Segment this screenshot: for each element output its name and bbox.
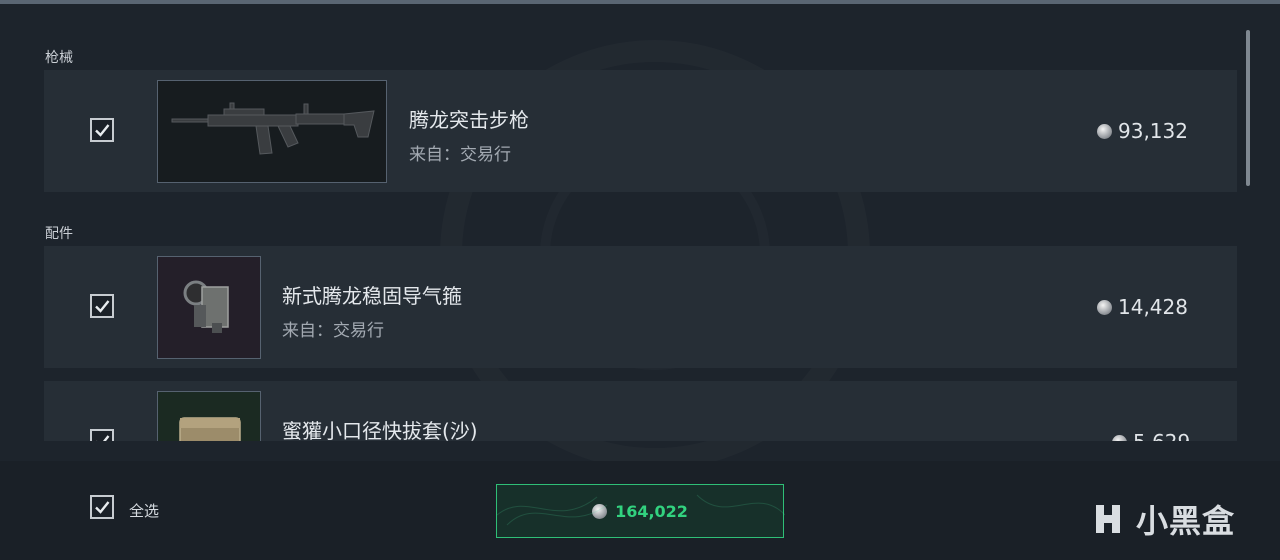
- topo-pattern: [497, 494, 785, 526]
- item-price-value: 5,629: [1133, 430, 1190, 441]
- select-all-checkbox[interactable]: [90, 495, 114, 519]
- item-price: 14,428: [1097, 295, 1188, 319]
- watermark: 小黑盒: [1088, 496, 1235, 542]
- section-label-firearms: 枪械: [45, 50, 73, 66]
- heybox-logo-icon: [1096, 505, 1120, 533]
- item-checkbox[interactable]: [90, 294, 114, 318]
- check-icon: [95, 300, 110, 313]
- item-name: 蜜獾小口径快拔套(沙): [282, 419, 478, 441]
- coin-icon: [1112, 434, 1127, 441]
- check-icon: [96, 435, 110, 441]
- rifle-icon: [157, 80, 387, 183]
- item-price-value: 93,132: [1118, 119, 1188, 143]
- scrollbar[interactable]: [1246, 30, 1250, 186]
- list-item[interactable]: 腾龙突击步枪 来自：交易行 93,132: [44, 70, 1237, 192]
- coin-icon: [1097, 299, 1112, 315]
- list-item[interactable]: 蜜獾小口径快拔套(沙) 5,629: [44, 381, 1237, 441]
- item-list[interactable]: 枪械 腾龙突击步枪 来自：交易行 93,132 配件 新式腾龙稳固导气箍 来自：…: [0, 0, 1250, 441]
- item-price: 93,132: [1097, 119, 1188, 143]
- check-icon: [95, 124, 110, 137]
- item-price-value: 14,428: [1118, 295, 1188, 319]
- check-icon: [95, 501, 110, 514]
- watermark-text: 小黑盒: [1136, 502, 1236, 540]
- item-checkbox[interactable]: [90, 429, 114, 441]
- item-name: 腾龙突击步枪: [409, 108, 529, 132]
- item-name: 新式腾龙稳固导气箍: [282, 284, 462, 308]
- item-checkbox[interactable]: [90, 118, 114, 142]
- item-source: 来自：交易行: [282, 321, 384, 341]
- pouch-icon: [157, 391, 261, 441]
- section-label-attachments: 配件: [45, 226, 73, 242]
- coin-icon: [1097, 123, 1112, 139]
- item-source: 来自：交易行: [409, 145, 511, 165]
- gas-block-icon: [157, 256, 261, 359]
- list-item[interactable]: 新式腾龙稳固导气箍 来自：交易行 14,428: [44, 246, 1237, 368]
- select-all-label[interactable]: 全选: [129, 500, 159, 521]
- total-price-button[interactable]: 164,022: [496, 484, 785, 538]
- item-price: 5,629: [1112, 430, 1190, 441]
